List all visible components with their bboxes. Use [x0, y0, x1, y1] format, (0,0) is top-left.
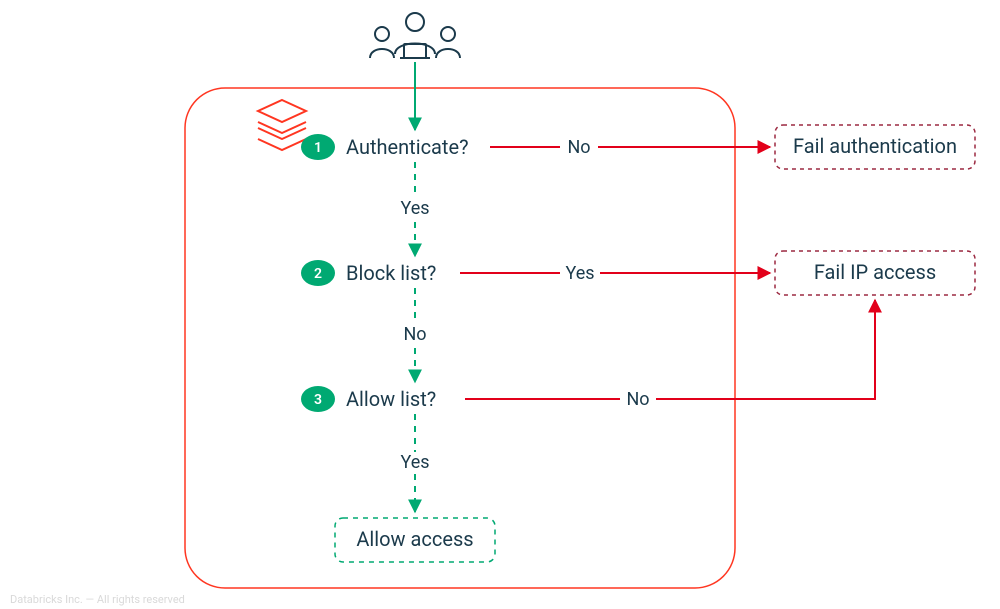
- flowchart-diagram: 1 Authenticate? No Fail authentication Y…: [0, 0, 1000, 609]
- databricks-icon: [258, 100, 306, 150]
- edge-allow-no: [465, 300, 875, 399]
- edge-allow-no-label: No: [626, 389, 649, 410]
- step-3: 3 Allow list?: [301, 386, 436, 412]
- workspace-container: [185, 88, 735, 588]
- edge-auth-yes-label: Yes: [400, 198, 429, 219]
- step-1-number: 1: [314, 140, 322, 156]
- step-2: 2 Block list?: [301, 260, 436, 286]
- edge-block-no-label: No: [403, 324, 426, 345]
- step-3-number: 3: [314, 392, 322, 408]
- watermark-text: Databricks Inc. — All rights reserved: [10, 593, 185, 606]
- users-icon: [370, 13, 460, 58]
- fail-ip-label: Fail IP access: [814, 260, 936, 284]
- step-3-label: Allow list?: [346, 387, 436, 411]
- allow-access-label: Allow access: [356, 527, 473, 551]
- edge-allow-yes-label: Yes: [400, 452, 429, 473]
- step-2-label: Block list?: [346, 261, 436, 285]
- step-2-number: 2: [314, 266, 322, 282]
- step-1: 1 Authenticate?: [301, 134, 469, 160]
- fail-auth-label: Fail authentication: [793, 134, 957, 158]
- edge-block-yes-label: Yes: [565, 263, 594, 284]
- step-1-label: Authenticate?: [346, 135, 469, 159]
- edge-auth-no-label: No: [567, 137, 590, 158]
